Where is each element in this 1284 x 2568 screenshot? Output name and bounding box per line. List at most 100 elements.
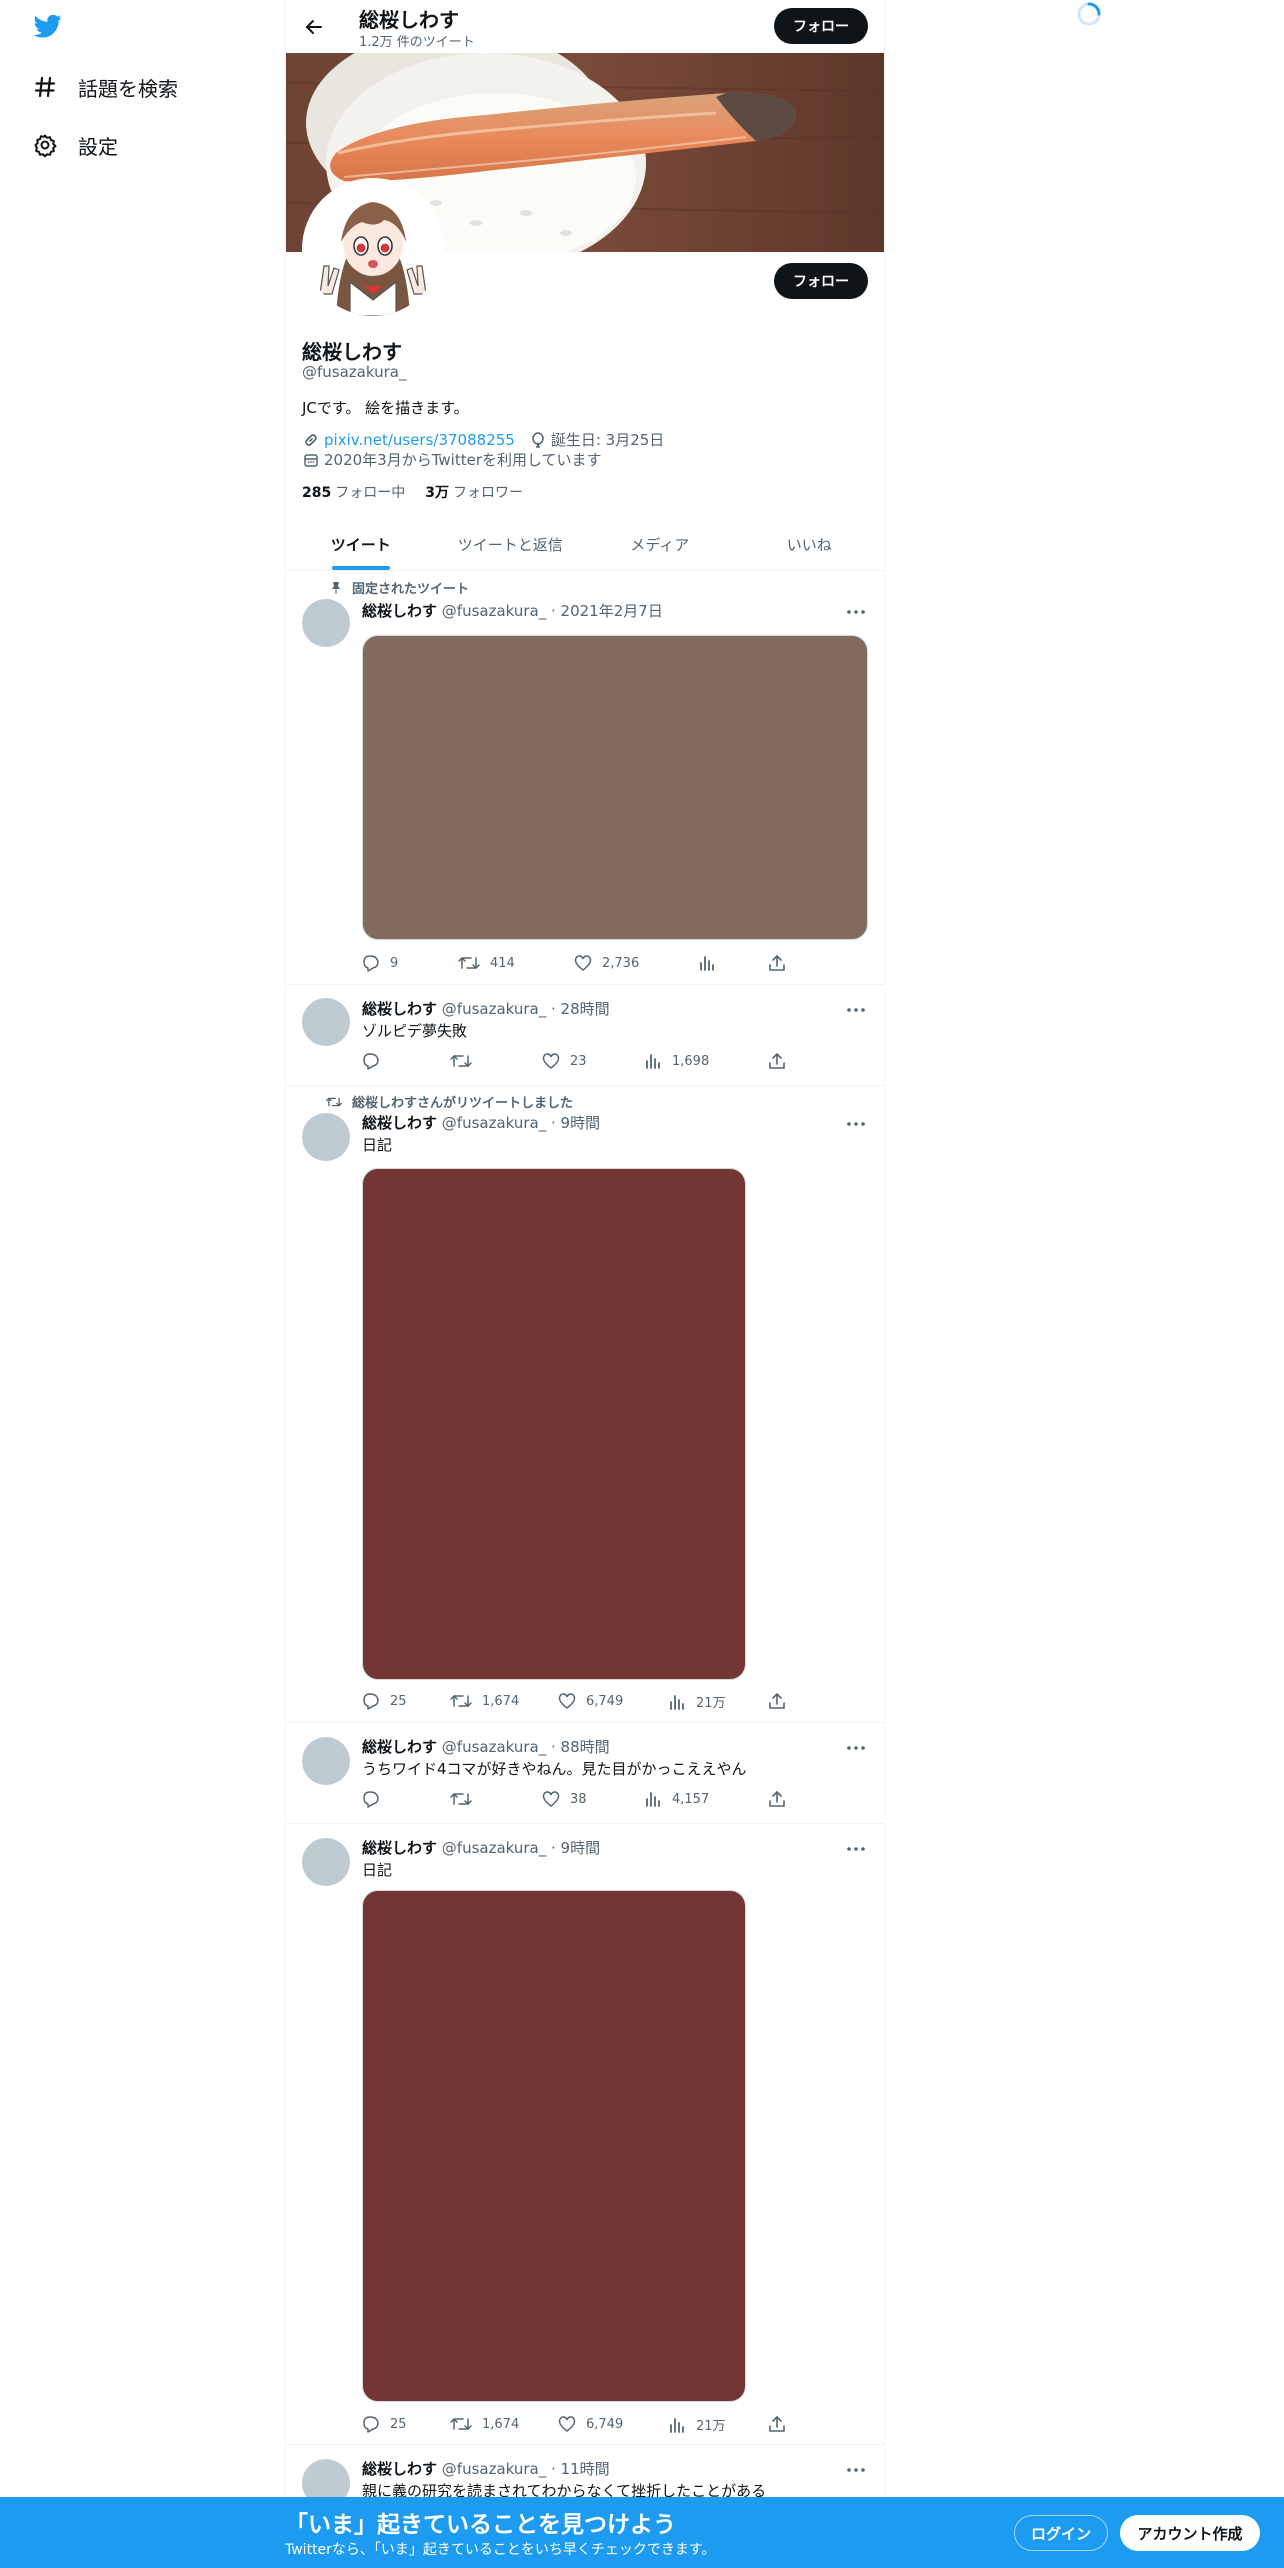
tweet-handle-time: @fusazakura_ · 11時間 — [441, 2460, 610, 2478]
share-button[interactable] — [768, 1052, 796, 1070]
view-count: 21万 — [696, 2419, 726, 2434]
share-icon — [769, 1791, 785, 1807]
profile-joined: 2020年3月からTwitterを利用しています — [324, 451, 602, 469]
like-button[interactable]: 6,749 — [558, 1692, 623, 1710]
followers-count: 3万 — [425, 485, 449, 501]
profile-follow-button[interactable]: フォロー — [774, 263, 868, 299]
following-link[interactable]: 285 フォロー中 — [302, 482, 405, 502]
reply-count: 25 — [390, 2416, 407, 2432]
retweet-button[interactable] — [450, 1790, 482, 1808]
profile-link[interactable]: pixiv.net/users/37088255 — [324, 431, 515, 449]
like-button[interactable]: 23 — [542, 1052, 587, 1070]
signup-button[interactable]: アカウント作成 — [1120, 2515, 1260, 2551]
reply-button[interactable] — [362, 1790, 390, 1808]
tweet-actions: 25 1,674 6,749 21万 — [362, 2415, 796, 2435]
tweet-author-name[interactable]: 総桜しわす — [362, 1839, 437, 1857]
share-button[interactable] — [768, 2415, 796, 2433]
retweet-button[interactable]: 1,674 — [450, 1692, 519, 1710]
reply-count: 9 — [390, 955, 399, 971]
tab-media[interactable]: メディア — [585, 518, 735, 570]
tab-likes[interactable]: いいね — [735, 518, 885, 570]
tweet-author-name[interactable]: 総桜しわす — [362, 1738, 437, 1756]
avatar[interactable] — [302, 178, 444, 320]
followers-link[interactable]: 3万 フォロワー — [425, 482, 523, 502]
share-icon — [769, 1053, 785, 1069]
reply-button[interactable]: 25 — [362, 2415, 407, 2433]
retweet-context: 総桜しわすさんがリツイートしました — [322, 1092, 573, 1111]
tweet-avatar[interactable] — [302, 1838, 350, 1886]
analytics-icon — [670, 2417, 684, 2433]
more-options-icon[interactable] — [844, 1114, 868, 1134]
tweet-actions: 9 414 2,736 — [362, 954, 796, 974]
more-options-icon[interactable] — [844, 602, 868, 622]
retweet-button[interactable]: 1,674 — [450, 2415, 519, 2433]
heart-icon — [558, 2416, 576, 2432]
share-button[interactable] — [768, 954, 796, 972]
more-options-icon[interactable] — [844, 2460, 868, 2480]
more-options-icon[interactable] — [844, 1000, 868, 1020]
views-button[interactable]: 21万 — [668, 2415, 726, 2434]
sidebar-item-explore[interactable]: 話題を検索 — [32, 67, 178, 107]
like-count: 23 — [570, 1053, 587, 1069]
heart-icon — [558, 1693, 576, 1709]
main-column: 総桜しわす 1.2万 件のツイート フォロー フォロー 総桜しわす @fusaz… — [285, 0, 885, 2568]
tweet-media[interactable] — [362, 635, 868, 940]
tweet-author-name[interactable]: 総桜しわす — [362, 1114, 437, 1132]
sidebar-item-settings[interactable]: 設定 — [32, 125, 118, 165]
reply-button[interactable]: 9 — [362, 954, 398, 972]
like-count: 2,736 — [602, 955, 640, 971]
tweet-media[interactable] — [362, 1890, 746, 2402]
signup-banner-title: 「いま」起きていることを見つけよう — [285, 2512, 676, 2538]
tweet-avatar[interactable] — [302, 1737, 350, 1785]
reply-button[interactable] — [362, 1052, 390, 1070]
reply-icon — [363, 1693, 379, 1710]
tweet-avatar[interactable] — [302, 1113, 350, 1161]
follow-button[interactable]: フォロー — [774, 8, 868, 44]
tweet[interactable]: 総桜しわす @fusazakura_ · 9時間 日記 25 1,674 6,7… — [286, 1825, 884, 2445]
share-button[interactable] — [768, 1692, 796, 1710]
tweet[interactable]: 総桜しわすさんがリツイートしました 総桜しわす @fusazakura_ · 9… — [286, 1087, 884, 1723]
like-button[interactable]: 6,749 — [558, 2415, 623, 2433]
retweet-button[interactable]: 414 — [458, 954, 515, 972]
retweet-button[interactable] — [450, 1052, 482, 1070]
like-button[interactable]: 38 — [542, 1790, 587, 1808]
retweet-count: 1,674 — [482, 2416, 520, 2432]
link-icon — [302, 431, 320, 449]
login-button[interactable]: ログイン — [1014, 2515, 1108, 2551]
views-button[interactable]: 1,698 — [644, 1052, 709, 1070]
tweet-author-name[interactable]: 総桜しわす — [362, 1000, 437, 1018]
pinned-context: 固定されたツイート — [322, 578, 469, 597]
twitter-bird-icon[interactable] — [32, 12, 66, 42]
view-count: 21万 — [696, 1696, 726, 1711]
tweet-media[interactable] — [362, 1168, 746, 1680]
views-button[interactable]: 4,157 — [644, 1790, 709, 1808]
reply-icon — [363, 1791, 379, 1808]
profile-handle: @fusazakura_ — [302, 363, 407, 381]
views-button[interactable]: 21万 — [668, 1692, 726, 1711]
tweet[interactable]: 総桜しわす @fusazakura_ · 88時間 うちワイド4コマが好きやねん… — [286, 1724, 884, 1824]
views-button[interactable] — [698, 954, 726, 972]
tweet-author-name[interactable]: 総桜しわす — [362, 602, 437, 620]
reply-button[interactable]: 25 — [362, 1692, 407, 1710]
profile-meta-row: pixiv.net/users/37088255 誕生日: 3月25日 — [302, 429, 664, 450]
share-button[interactable] — [768, 1790, 796, 1808]
retweet-icon — [458, 957, 480, 969]
tweet-author-name[interactable]: 総桜しわす — [362, 2460, 437, 2478]
tweet-avatar[interactable] — [302, 599, 350, 647]
like-button[interactable]: 2,736 — [574, 954, 639, 972]
tweet-header: 総桜しわす @fusazakura_ · 2021年2月7日 — [362, 600, 663, 621]
retweet-icon — [450, 1695, 472, 1707]
view-count: 1,698 — [672, 1053, 710, 1069]
context-label: 総桜しわすさんがリツイートしました — [352, 1096, 574, 1111]
retweet-count: 1,674 — [482, 1693, 520, 1709]
tweet[interactable]: 固定されたツイート 総桜しわす @fusazakura_ · 2021年2月7日… — [286, 572, 884, 985]
more-options-icon[interactable] — [844, 1839, 868, 1859]
more-options-icon[interactable] — [844, 1738, 868, 1758]
tab-tweets-and-replies[interactable]: ツイートと返信 — [436, 518, 586, 570]
balloon-icon — [529, 431, 547, 449]
reply-icon — [363, 2416, 379, 2433]
tweet[interactable]: 総桜しわす @fusazakura_ · 28時間 ゾルピデ夢失敗 23 1,6… — [286, 986, 884, 1086]
back-button[interactable] — [298, 11, 330, 43]
tab-tweets[interactable]: ツイート — [286, 518, 436, 570]
tweet-avatar[interactable] — [302, 998, 350, 1046]
